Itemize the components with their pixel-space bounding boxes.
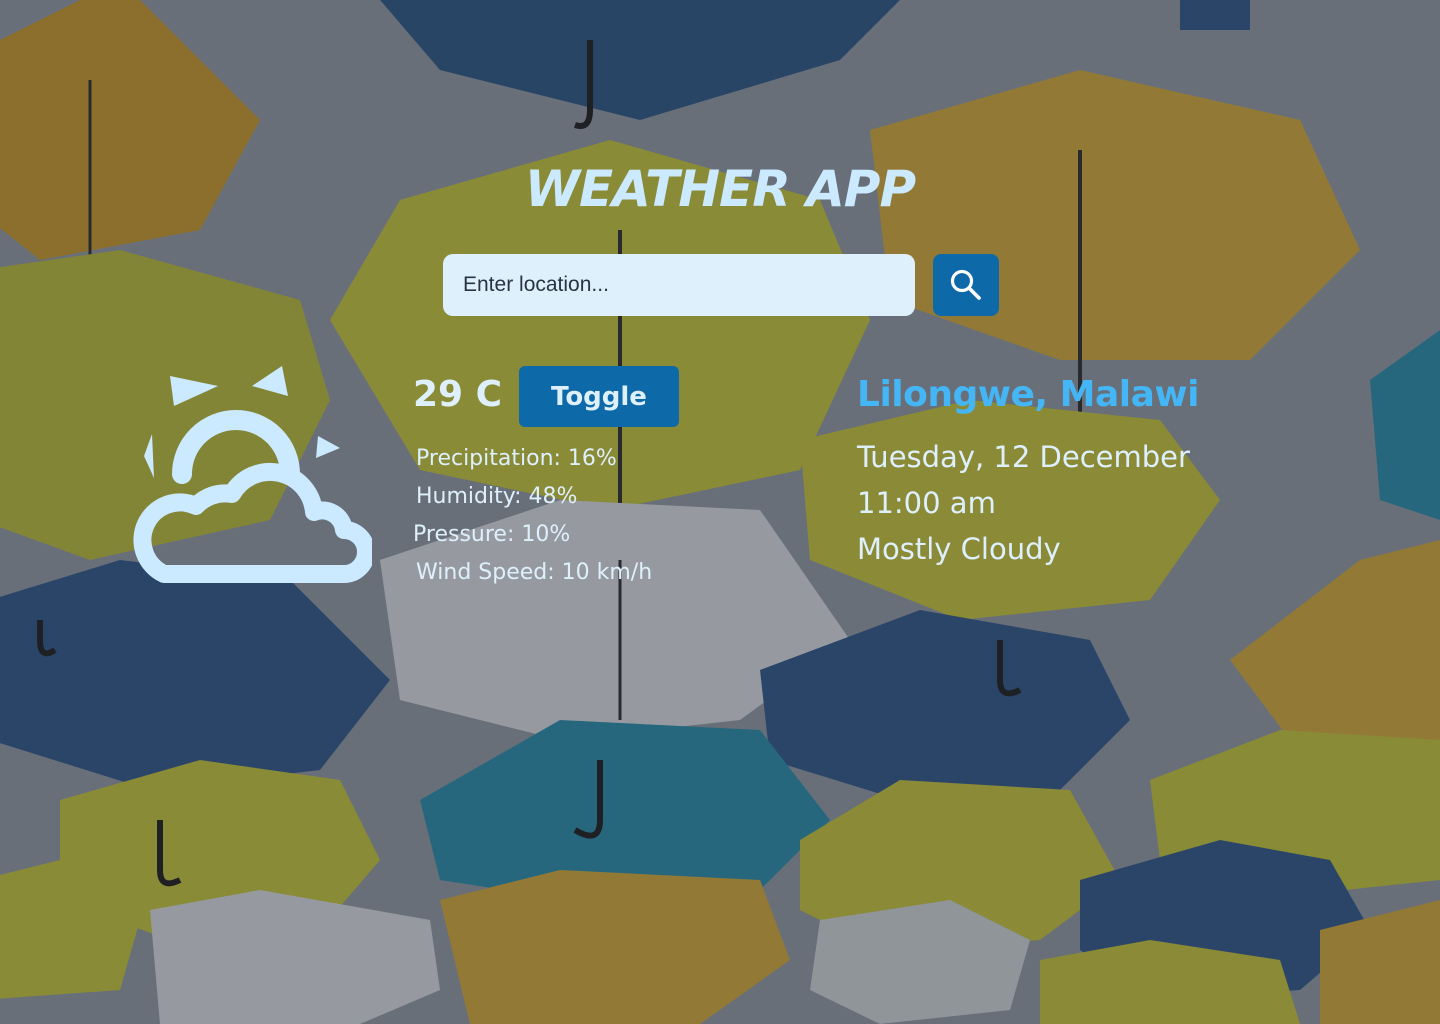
search-input[interactable] — [443, 254, 915, 316]
wind-speed-text: Wind Speed: 10 km/h — [416, 560, 653, 585]
location-name: Lilongwe, Malawi — [857, 374, 1199, 415]
weather-app: WEATHER APP 29 C Toggle Precipitation: 1… — [0, 0, 1440, 1024]
app-title: WEATHER APP — [524, 160, 916, 218]
temperature-value: 29 C — [413, 374, 503, 415]
condition-text: Mostly Cloudy — [857, 532, 1061, 566]
humidity-text: Humidity: 48% — [416, 484, 578, 509]
pressure-text: Pressure: 10% — [413, 522, 571, 547]
search-button[interactable] — [933, 254, 999, 316]
time-text: 11:00 am — [857, 486, 996, 520]
precipitation-text: Precipitation: 16% — [416, 446, 617, 471]
search-icon — [950, 269, 981, 300]
partly-cloudy-icon — [133, 366, 372, 583]
toggle-unit-button[interactable]: Toggle — [519, 366, 679, 427]
date-text: Tuesday, 12 December — [857, 440, 1190, 474]
